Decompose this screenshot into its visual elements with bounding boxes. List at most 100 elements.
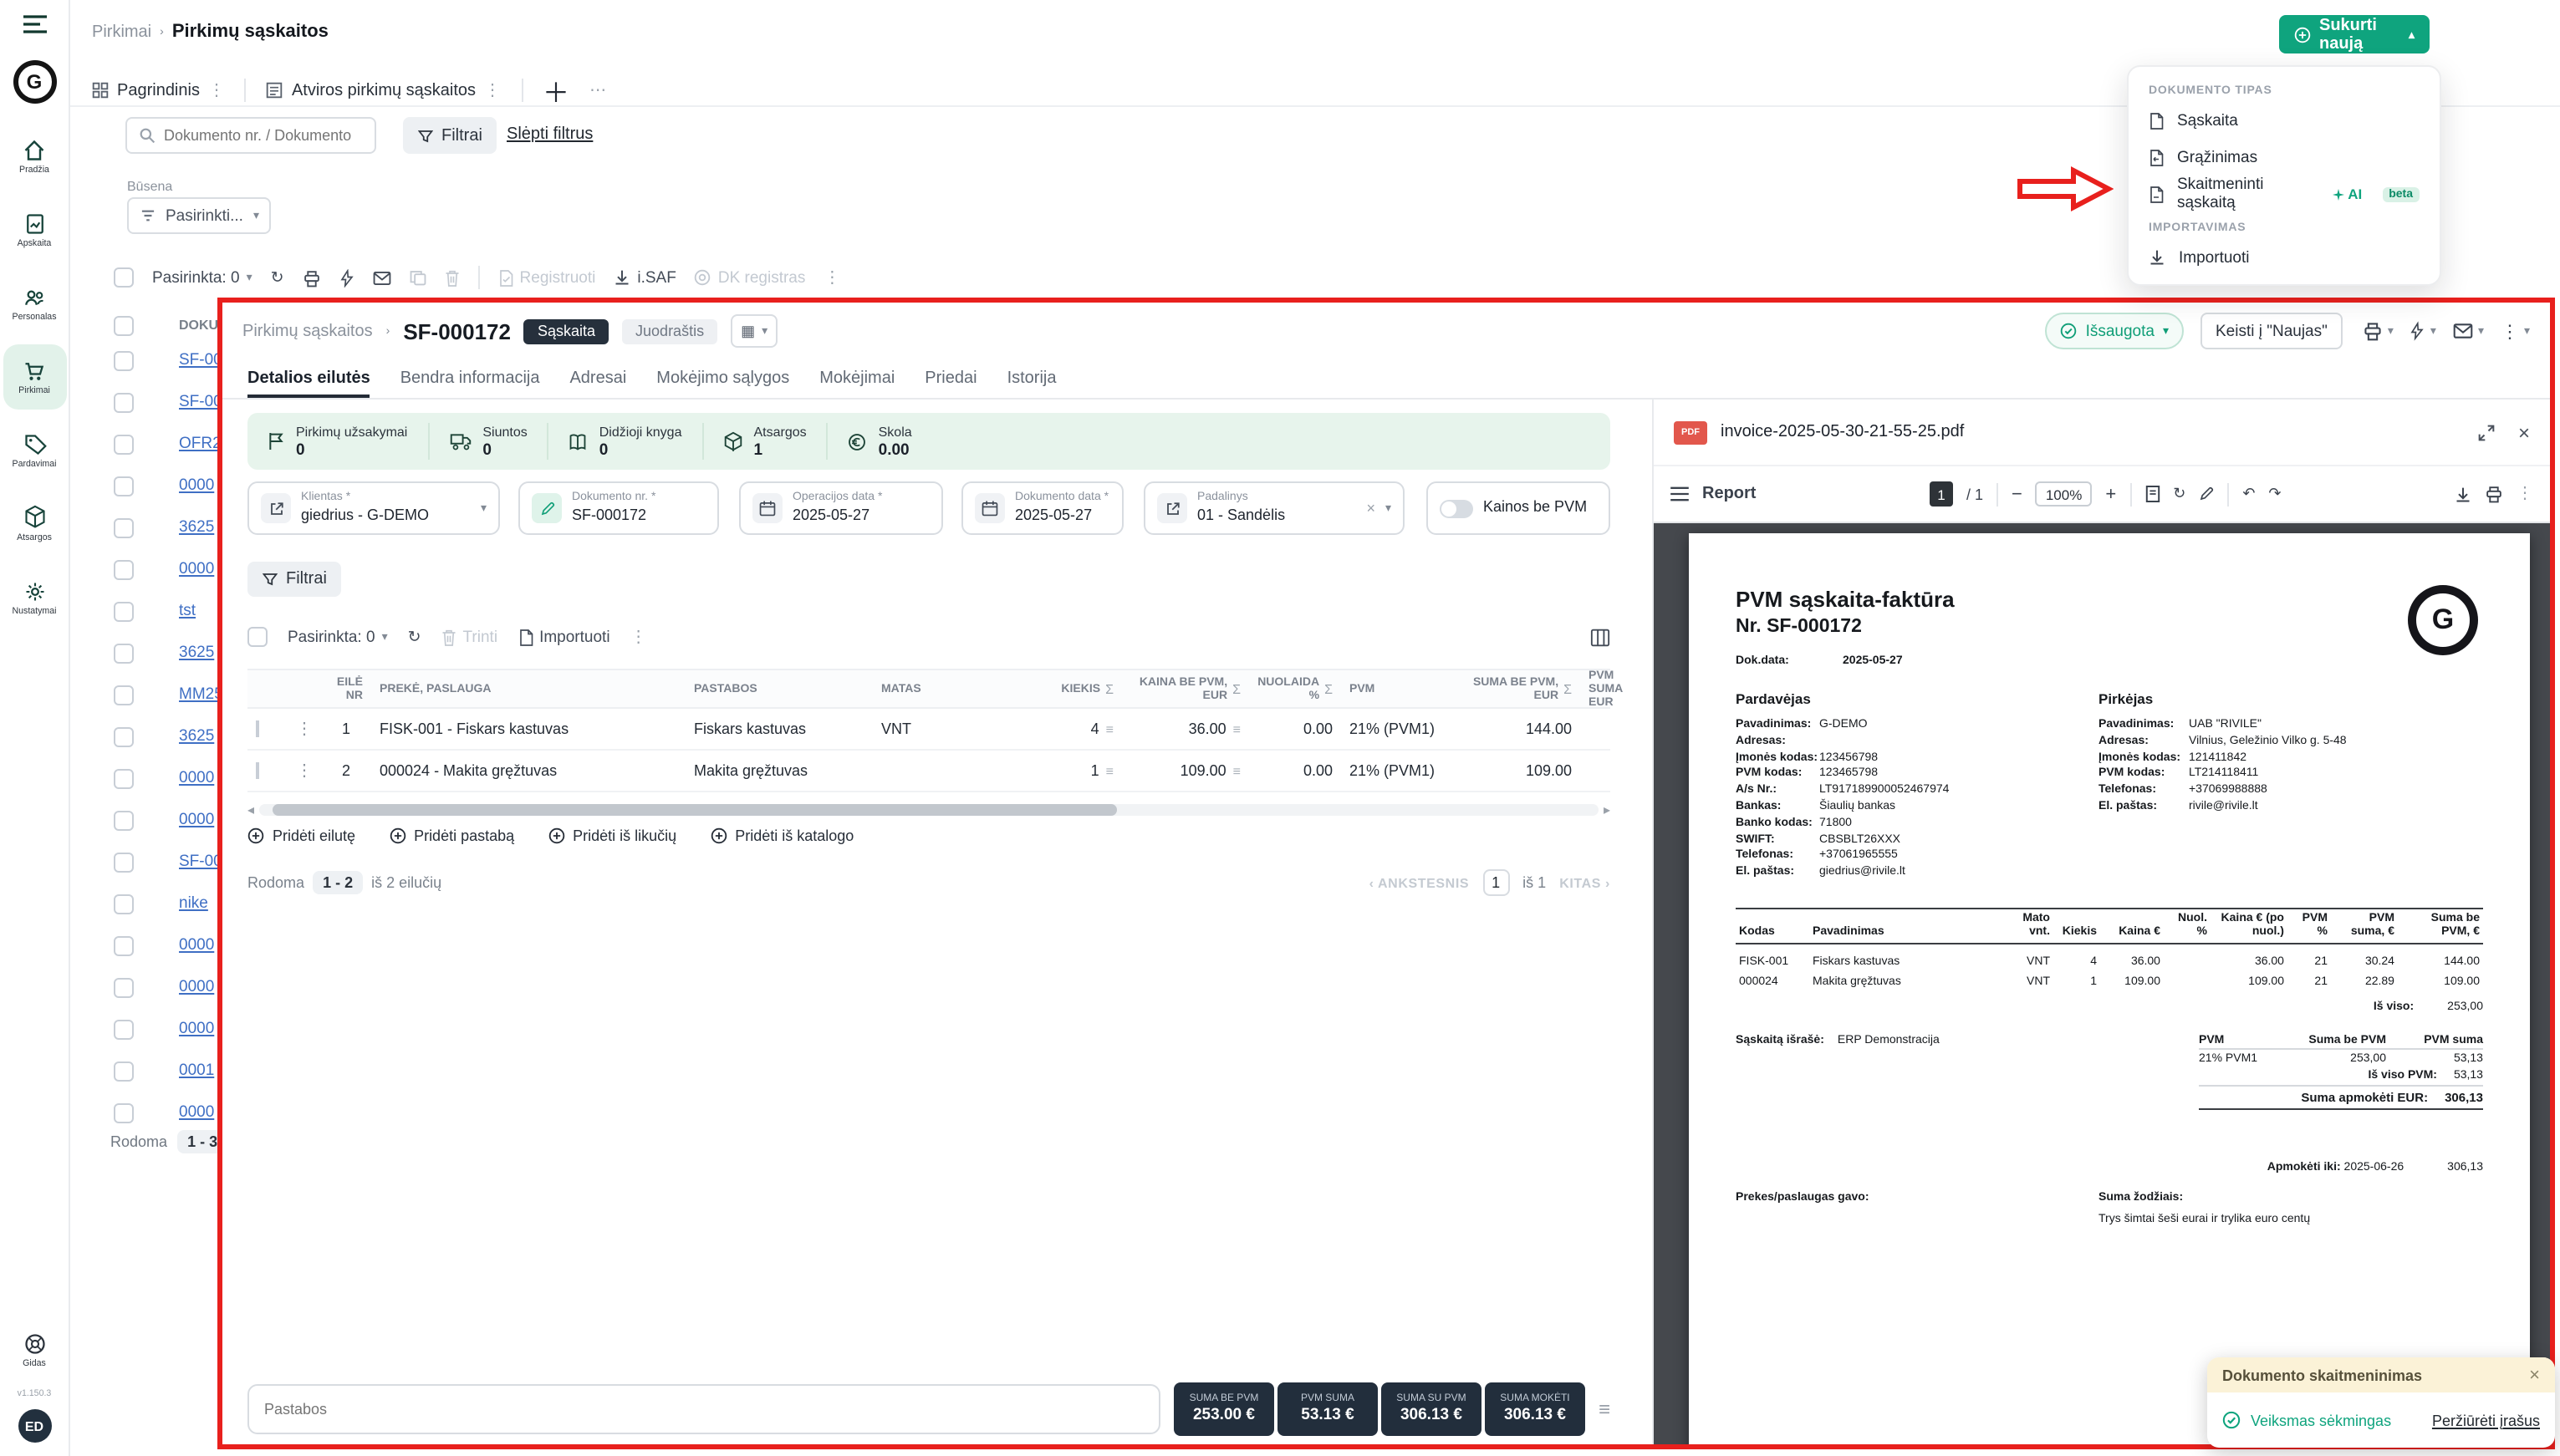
sidebar-item-nustatymai[interactable]: Nustatymai (3, 565, 66, 630)
document-link[interactable]: OFR2 (179, 435, 222, 453)
dk-register-button[interactable]: DK registras (695, 268, 806, 287)
hide-filters-link[interactable]: Slėpti filtrus (507, 125, 593, 144)
refresh-icon[interactable]: ↻ (271, 268, 284, 287)
column-header[interactable]: PASTABOS (694, 684, 757, 697)
document-number-field[interactable]: Dokumento nr. *SF-000172 (518, 481, 719, 535)
notes-input[interactable] (247, 1384, 1160, 1434)
sidebar-item-apskaita[interactable]: Apskaita (3, 197, 66, 262)
more-menu-button[interactable]: ⋮▾ (2501, 320, 2530, 342)
copy-icon[interactable] (410, 269, 426, 286)
sum-icon[interactable]: Σ (1105, 683, 1114, 698)
more-tabs-icon[interactable]: ⋯ (589, 81, 606, 99)
row-checkbox[interactable] (114, 685, 134, 705)
redo-icon[interactable]: ↷ (2268, 485, 2281, 503)
detail-tab[interactable]: Bendra informacija (400, 359, 540, 398)
undo-icon[interactable]: ↶ (2242, 485, 2255, 503)
scroll-left-icon[interactable]: ◂ (247, 802, 254, 817)
detail-tab[interactable]: Detalios eilutės (247, 359, 370, 398)
filters-button[interactable]: Filtrai (403, 117, 497, 154)
actions-bolt-button[interactable]: ▾ (2410, 321, 2436, 341)
invoice-line-row[interactable]: ⋮ 2 000024 - Makita gręžtuvas Makita grę… (247, 751, 1610, 792)
menu-item-importuoti[interactable]: Importuoti (2129, 239, 2440, 276)
register-button[interactable]: Registruoti (498, 268, 596, 287)
scroll-right-icon[interactable]: ▸ (1604, 802, 1610, 817)
document-link[interactable]: SF-00 (179, 853, 222, 871)
zoom-level[interactable]: 100% (2036, 481, 2093, 507)
scrollbar-track[interactable] (259, 803, 1599, 815)
detail-tab[interactable]: Adresai (569, 359, 626, 398)
document-link[interactable]: 0000 (179, 560, 214, 578)
delete-lines-button[interactable]: Trinti (441, 628, 498, 646)
document-link[interactable]: 0000 (179, 811, 214, 829)
more-options-icon[interactable]: ⋮ (2517, 485, 2533, 503)
selected-count[interactable]: Pasirinkta: 0▾ (152, 268, 252, 287)
external-link-icon[interactable] (261, 493, 291, 523)
document-link[interactable]: 3625 (179, 727, 214, 746)
totals-menu-icon[interactable]: ≡ (1599, 1397, 1610, 1421)
row-checkbox[interactable] (114, 517, 134, 537)
cell-menu-icon[interactable]: ≡ (1106, 763, 1114, 778)
document-link[interactable]: 0000 (179, 1020, 214, 1038)
column-header[interactable]: PREKĖ, PASLAUGA (380, 684, 492, 697)
line-checkbox[interactable] (256, 762, 259, 779)
breadcrumb-parent[interactable]: Pirkimų sąskaitos (242, 322, 373, 340)
sidebar-item-pirkimai[interactable]: Pirkimai (3, 344, 66, 410)
detail-tab[interactable]: Mokėjimai (819, 359, 895, 398)
cell-menu-icon[interactable]: ≡ (1233, 763, 1241, 778)
operation-date-field[interactable]: Operacijos data *2025-05-27 (739, 481, 943, 535)
document-link[interactable]: 0000 (179, 936, 214, 955)
column-header[interactable]: NUOLAIDA % (1257, 677, 1319, 704)
summary-pirkimu-uzsakymai[interactable]: Pirkimų užsakymai0 (247, 423, 429, 460)
sidebar-item-pardavimai[interactable]: Pardavimai (3, 418, 66, 483)
isaf-button[interactable]: i.SAF (614, 268, 676, 287)
row-checkbox[interactable] (114, 392, 134, 412)
saved-status[interactable]: Išsaugota ▾ (2046, 313, 2184, 349)
select-all-checkbox[interactable] (114, 267, 134, 288)
document-link[interactable]: 3625 (179, 644, 214, 662)
summary-siuntos[interactable]: Siuntos0 (429, 423, 548, 460)
cell-menu-icon[interactable]: ≡ (1106, 721, 1114, 736)
row-menu-icon[interactable]: ⋮ (288, 761, 321, 780)
search-input[interactable] (164, 127, 351, 144)
change-status-button[interactable]: Keisti į "Naujas" (2200, 313, 2343, 349)
print-icon[interactable] (2485, 485, 2503, 503)
document-date-field[interactable]: Dokumento data *2025-05-27 (961, 481, 1124, 535)
more-actions-icon[interactable]: ⋮ (630, 628, 647, 646)
prices-without-vat-toggle[interactable]: Kainos be PVM (1426, 481, 1610, 535)
menu-item-grazinimas[interactable]: Grąžinimas (2129, 139, 2440, 176)
invoice-line-row[interactable]: ⋮ 1 FISK-001 - Fiskars kastuvas Fiskars … (247, 709, 1610, 751)
external-link-icon[interactable] (1157, 493, 1187, 523)
row-checkbox[interactable] (114, 1019, 134, 1039)
document-link[interactable]: 0001 (179, 1061, 214, 1080)
column-header[interactable]: SUMA BE PVM, EUR (1471, 677, 1558, 704)
tab-pagrindinis[interactable]: Pagrindinis ⋮ (92, 81, 225, 99)
view-records-link[interactable]: Peržiūrėti įrašus (2432, 1412, 2540, 1428)
clear-icon[interactable]: × (1366, 500, 1375, 517)
column-header[interactable]: KAINA BE PVM, EUR (1130, 677, 1227, 704)
columns-settings-icon[interactable] (1590, 628, 1610, 646)
add-line-button[interactable]: Pridėti iš katalogo (710, 827, 854, 844)
row-checkbox[interactable] (114, 977, 134, 997)
detail-tab[interactable]: Priedai (925, 359, 977, 398)
document-link[interactable]: MM25 (179, 685, 223, 704)
sum-icon[interactable]: Σ (1232, 683, 1241, 698)
horizontal-scrollbar[interactable]: ◂ ▸ (247, 801, 1610, 817)
row-checkbox[interactable] (114, 643, 134, 663)
row-checkbox[interactable] (114, 1102, 134, 1123)
row-checkbox[interactable] (114, 852, 134, 872)
row-checkbox[interactable] (114, 559, 134, 579)
close-icon[interactable]: × (2529, 1365, 2540, 1385)
line-checkbox[interactable] (256, 720, 259, 737)
department-field[interactable]: Padalinys01 - Sandėlis × ▾ (1144, 481, 1405, 535)
annotate-icon[interactable] (2199, 486, 2214, 501)
tab-menu-icon[interactable]: ⋮ (484, 81, 501, 99)
summary-didzioji-knyga[interactable]: Didžioji knyga0 (549, 423, 704, 460)
fit-page-icon[interactable] (2144, 485, 2160, 503)
bolt-icon[interactable] (339, 268, 354, 287)
expand-icon[interactable] (2478, 424, 2495, 440)
column-header[interactable]: PVM SUMA EUR (1589, 670, 1623, 710)
row-checkbox[interactable] (114, 350, 134, 370)
client-field[interactable]: Klientas *giedrius - G-DEMO ▾ (247, 481, 500, 535)
row-checkbox[interactable] (114, 810, 134, 830)
range-select[interactable]: 1 - 2 (313, 871, 363, 894)
